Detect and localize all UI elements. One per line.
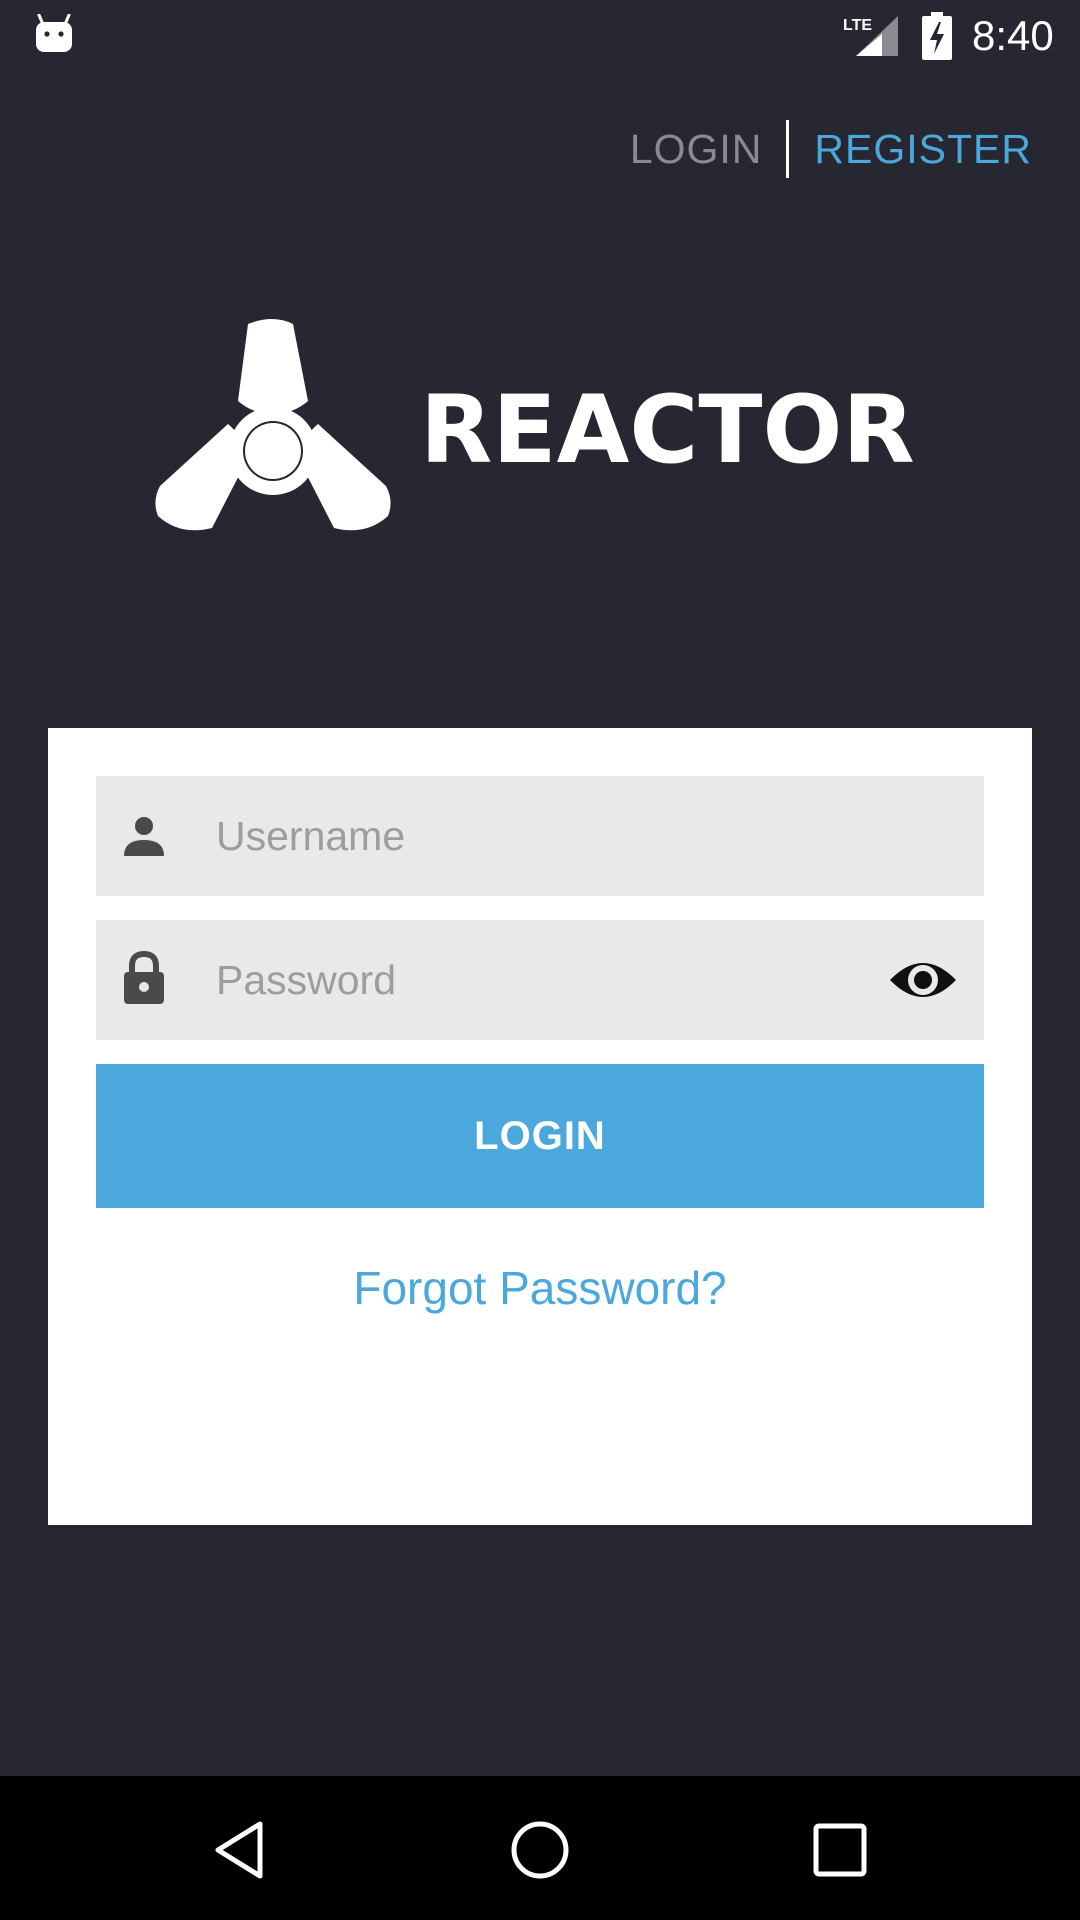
navigation-bar (0, 1776, 1080, 1920)
status-bar: LTE 8:40 (0, 0, 1080, 72)
login-card: LOGIN Forgot Password? (48, 728, 1032, 1525)
home-icon[interactable] (506, 1816, 574, 1884)
username-input[interactable] (216, 776, 856, 896)
lock-icon (124, 950, 164, 1004)
android-icon (36, 14, 72, 52)
eye-icon[interactable] (888, 954, 958, 1006)
password-field[interactable] (96, 920, 984, 1040)
back-icon[interactable] (206, 1816, 274, 1884)
status-clock: 8:40 (972, 12, 1054, 59)
logo-wordmark: REACTOR (420, 376, 915, 485)
auth-tabs: LOGIN REGISTER (630, 118, 1032, 180)
password-input[interactable] (216, 920, 856, 1040)
reactor-logo: REACTOR (150, 316, 950, 542)
battery-charging-icon (922, 12, 952, 60)
login-button[interactable]: LOGIN (96, 1064, 984, 1208)
tab-register[interactable]: REGISTER (789, 126, 1032, 173)
username-field[interactable] (96, 776, 984, 896)
recents-icon[interactable] (806, 1816, 874, 1884)
tab-login[interactable]: LOGIN (630, 126, 787, 173)
forgot-password-link[interactable]: Forgot Password? (48, 1258, 1032, 1318)
person-icon (124, 817, 164, 856)
lte-signal-icon: LTE (843, 16, 898, 56)
reactor-trefoil-logo (155, 319, 391, 531)
svg-text:LTE: LTE (843, 17, 872, 34)
